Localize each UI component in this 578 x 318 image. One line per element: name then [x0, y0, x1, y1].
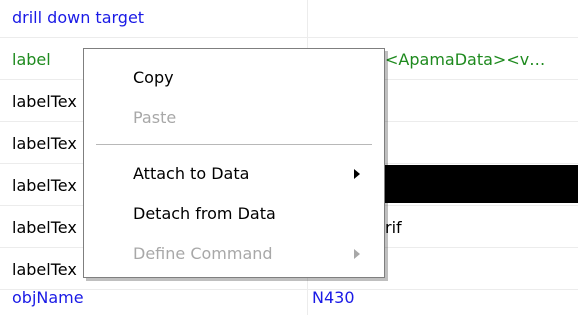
property-value: rif — [385, 218, 402, 237]
property-name: labelTex — [12, 92, 77, 111]
menu-item-label: Attach to Data — [133, 164, 250, 183]
context-menu: Copy Paste Attach to Data Detach from Da… — [83, 48, 385, 278]
menu-item-attach-to-data[interactable]: Attach to Data — [84, 159, 384, 189]
menu-item-detach-from-data[interactable]: Detach from Data — [84, 199, 384, 229]
menu-item-label: Detach from Data — [133, 204, 276, 223]
property-value: <ApamaData><v… — [385, 50, 546, 69]
menu-item-label: Paste — [133, 108, 177, 127]
property-name: labelTex — [12, 176, 77, 195]
menu-item-copy[interactable]: Copy — [84, 63, 384, 93]
menu-item-define-command: Define Command — [84, 239, 384, 269]
property-name: labelTex — [12, 134, 77, 153]
property-name: labelTex — [12, 218, 77, 237]
property-value: N430 — [312, 288, 355, 307]
submenu-arrow-icon — [354, 169, 360, 179]
property-name: label — [12, 50, 51, 69]
selected-value-bar — [377, 165, 578, 203]
property-name: objName — [12, 288, 84, 307]
table-row[interactable]: objName N430 — [0, 280, 578, 318]
property-name: labelTex — [12, 260, 77, 279]
menu-separator — [96, 144, 372, 145]
menu-item-label: Define Command — [133, 244, 273, 263]
table-row[interactable]: drill down target — [0, 0, 578, 38]
menu-item-paste: Paste — [84, 103, 384, 133]
property-name: drill down target — [12, 8, 145, 27]
submenu-arrow-icon — [354, 249, 360, 259]
menu-item-label: Copy — [133, 68, 174, 87]
